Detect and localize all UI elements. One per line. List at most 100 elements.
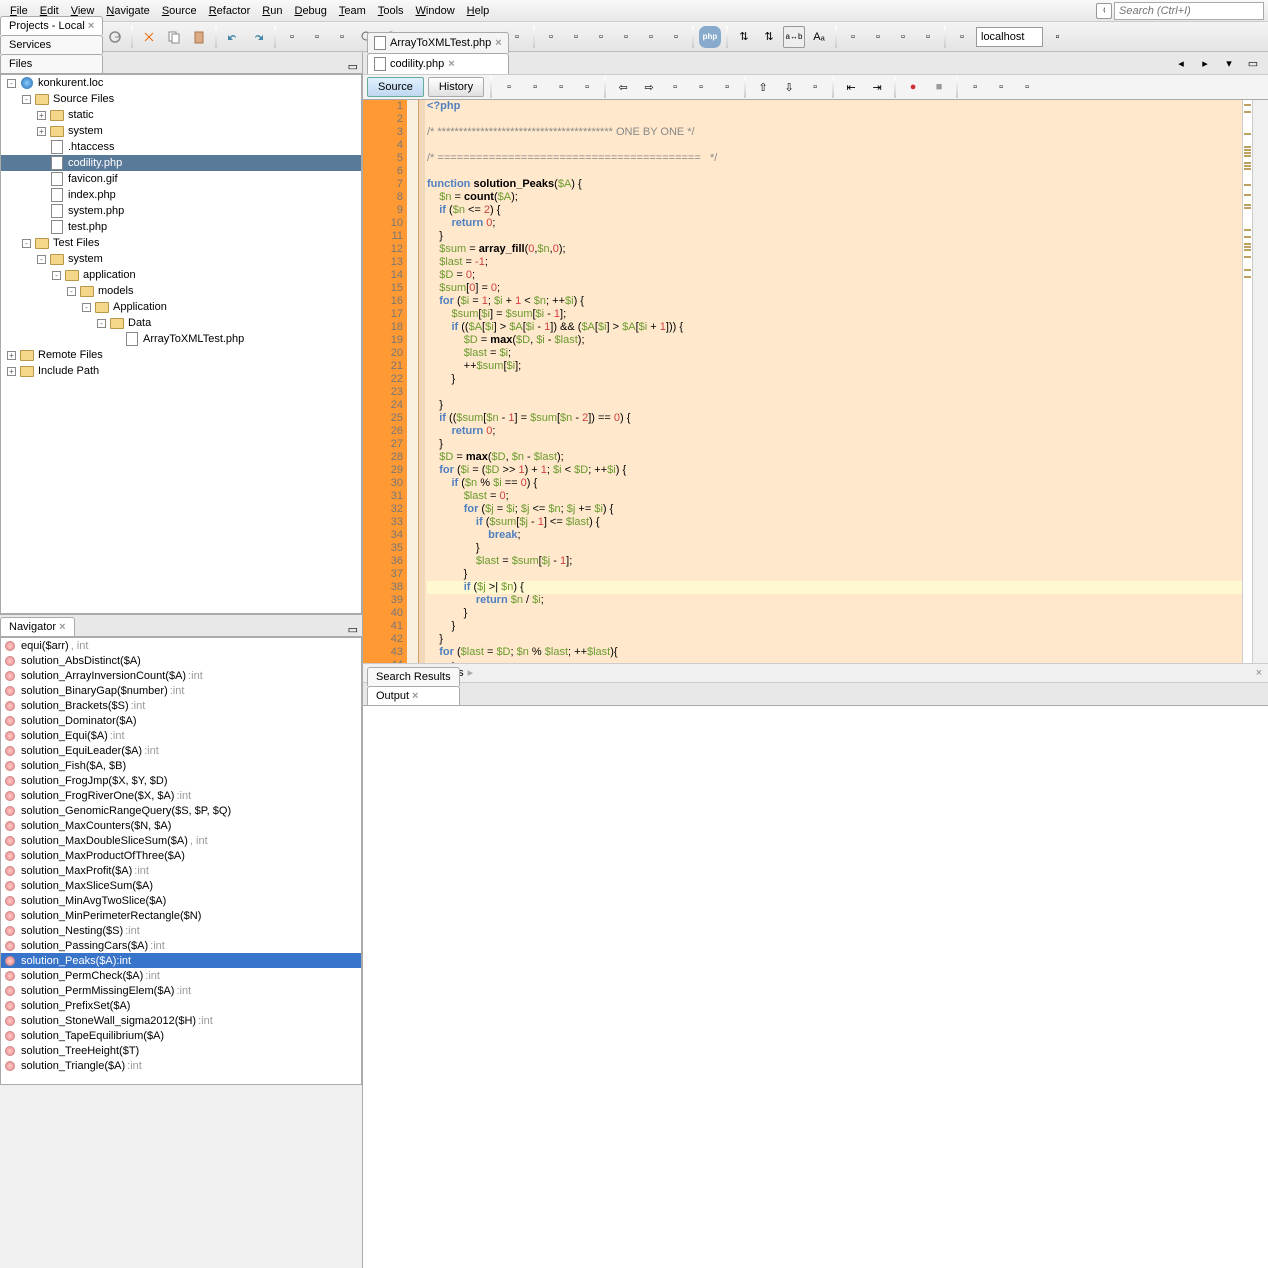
nav-item[interactable]: solution_BinaryGap($number):int [1,683,361,698]
nav-item[interactable]: solution_AbsDistinct($A) [1,653,361,668]
nav-item[interactable]: solution_TapeEquilibrium($A) [1,1028,361,1043]
nav-item[interactable]: solution_Fish($A, $B) [1,758,361,773]
source-view-button[interactable]: Source [367,77,424,97]
prev-bookmark-icon[interactable]: ⇧ [752,76,774,98]
nav-item[interactable]: solution_MaxDoubleSliceSum($A), int [1,833,361,848]
shift-left-icon[interactable]: ⇤ [840,76,862,98]
tab-next-icon[interactable]: ▸ [1194,52,1216,74]
nav-item[interactable]: solution_Equi($A):int [1,728,361,743]
tree-item[interactable]: index.php [1,187,361,203]
tree-item[interactable]: -application [1,267,361,283]
overview-ruler[interactable] [1242,100,1252,663]
nav-item[interactable]: solution_GenomicRangeQuery($S, $P, $Q) [1,803,361,818]
navigator-tab[interactable]: Navigator× [0,617,75,636]
tb-icon[interactable]: ▫ [565,26,587,48]
minimize-icon[interactable]: ▭ [348,60,358,73]
tab-output[interactable]: Output × [367,686,460,705]
redo-button[interactable] [247,26,269,48]
tree-item[interactable]: +system [1,123,361,139]
tree-item[interactable]: system.php [1,203,361,219]
tree-item[interactable]: +static [1,107,361,123]
history-view-button[interactable]: History [428,77,484,97]
ed-icon[interactable]: ▫ [498,76,520,98]
tb-icon[interactable]: ▫ [892,26,914,48]
menu-debug[interactable]: Debug [288,3,332,19]
tree-item[interactable]: -Data [1,315,361,331]
tb-icon[interactable]: ⇅ [758,26,780,48]
tree-item[interactable]: -Source Files [1,91,361,107]
tab-prev-icon[interactable]: ◂ [1170,52,1192,74]
ed-icon[interactable]: ▫ [964,76,986,98]
editor-tab[interactable]: ArrayToXMLTest.php × [367,32,509,53]
tree-item[interactable]: -Application [1,299,361,315]
tab-services[interactable]: Services [0,35,103,54]
tb-icon[interactable]: ▫ [1046,26,1068,48]
nav-item[interactable]: solution_ArrayInversionCount($A):int [1,668,361,683]
tab-list-icon[interactable]: ▾ [1218,52,1240,74]
ed-icon[interactable]: ▫ [550,76,572,98]
nav-item[interactable]: solution_PermMissingElem($A):int [1,983,361,998]
search-icon[interactable] [1096,3,1112,19]
tree-item[interactable]: -models [1,283,361,299]
shift-right-icon[interactable]: ⇥ [866,76,888,98]
php-icon[interactable]: php [699,26,721,48]
tab-files[interactable]: Files [0,54,103,73]
nav-item[interactable]: solution_MaxProductOfThree($A) [1,848,361,863]
nav-item[interactable]: solution_Dominator($A) [1,713,361,728]
nav-item[interactable]: solution_MaxCounters($N, $A) [1,818,361,833]
nav-item[interactable]: solution_Peaks($A):int [1,953,361,968]
nav-item[interactable]: solution_MinAvgTwoSlice($A) [1,893,361,908]
close-breadcrumb-icon[interactable]: × [1256,667,1262,679]
tb-icon[interactable]: ▫ [640,26,662,48]
find-next-icon[interactable]: ⇨ [638,76,660,98]
host-dropdown[interactable]: localhost [976,27,1043,47]
tab-projects-local[interactable]: Projects - Local × [0,16,103,35]
nav-item[interactable]: solution_Triangle($A):int [1,1058,361,1073]
tree-item[interactable]: codility.php [1,155,361,171]
tree-item[interactable]: ArrayToXMLTest.php [1,331,361,347]
nav-item[interactable]: solution_TreeHeight($T) [1,1043,361,1058]
diff-icon[interactable]: a↔b [783,26,805,48]
vertical-scrollbar[interactable] [1252,100,1268,663]
menu-window[interactable]: Window [410,3,461,19]
fold-column[interactable] [407,100,419,663]
tree-item[interactable]: +Include Path [1,363,361,379]
tree-item[interactable]: -system [1,251,361,267]
close-icon[interactable]: × [412,690,418,702]
macro-stop-icon[interactable]: ■ [928,76,950,98]
ed-icon[interactable]: ▫ [576,76,598,98]
tb-icon[interactable]: ▫ [281,26,303,48]
tb-icon[interactable]: ▫ [917,26,939,48]
nav-item[interactable]: solution_EquiLeader($A):int [1,743,361,758]
editor-tab[interactable]: codility.php × [367,53,509,74]
minimize-icon[interactable]: ▭ [348,623,358,636]
ed-icon[interactable]: ▫ [664,76,686,98]
menu-tools[interactable]: Tools [372,3,410,19]
nav-item[interactable]: solution_FrogRiverOne($X, $A):int [1,788,361,803]
nav-item[interactable]: solution_PrefixSet($A) [1,998,361,1013]
tb-icon[interactable]: ▫ [306,26,328,48]
nav-item[interactable]: solution_FrogJmp($X, $Y, $D) [1,773,361,788]
tree-item[interactable]: test.php [1,219,361,235]
nav-item[interactable]: solution_PermCheck($A):int [1,968,361,983]
close-icon[interactable]: × [88,20,94,32]
undo-button[interactable] [222,26,244,48]
tb-icon[interactable]: Aₐ [808,26,830,48]
find-prev-icon[interactable]: ⇦ [612,76,634,98]
nav-item[interactable]: solution_MaxProfit($A):int [1,863,361,878]
reload-button[interactable] [104,26,126,48]
nav-item[interactable]: solution_Brackets($S):int [1,698,361,713]
tb-icon[interactable]: ▫ [590,26,612,48]
nav-item[interactable]: equi($arr), int [1,638,361,653]
menu-team[interactable]: Team [333,3,372,19]
menu-navigate[interactable]: Navigate [100,3,155,19]
nav-item[interactable]: solution_MinPerimeterRectangle($N) [1,908,361,923]
tb-icon[interactable]: ▫ [665,26,687,48]
search-input[interactable] [1114,2,1264,20]
editor-breadcrumb[interactable]: solution_Peaks ▸ × [363,663,1268,683]
ed-icon[interactable]: ▫ [524,76,546,98]
menu-refactor[interactable]: Refactor [203,3,257,19]
ed-icon[interactable]: ▫ [716,76,738,98]
navigator-list[interactable]: equi($arr), intsolution_AbsDistinct($A)s… [0,637,362,1085]
tab-search-results[interactable]: Search Results [367,667,460,686]
